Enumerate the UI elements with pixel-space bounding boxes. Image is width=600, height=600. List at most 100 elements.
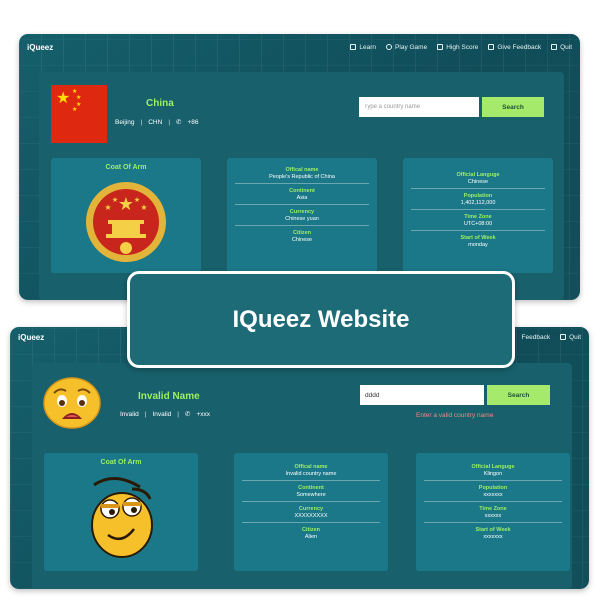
field-official-name: Offical name Invalid country name [242,460,380,481]
capital: Invalid [120,410,139,418]
field-language: Official Languge Klingon [424,460,562,481]
search-button[interactable]: Search [487,385,550,405]
coat-title: Coat Of Arm [100,459,142,466]
door-icon [551,44,558,50]
field-label: Official Languge [456,172,500,178]
field-value: Asia [296,195,308,201]
field-label: Continent [298,485,324,491]
field-label: Offical name [294,464,328,470]
field-value: Klingon [483,471,503,477]
coat-of-arm-card: Coat Of Arm ★ ★ ★ ★ ★ [51,158,201,273]
coat-of-arm-card: Coat Of Arm [44,453,198,571]
country-info: Beijing | CHN | ✆ +86 [115,118,199,127]
svg-text:★: ★ [104,203,111,212]
field-label: Citizen [292,230,312,236]
svg-text:★: ★ [118,194,134,215]
main-panel: ★ ★ ★ ★ ★ China Beijing | CHN | ✆ +86 Se… [39,72,564,300]
field-continent: Continent Somewhere [242,481,380,502]
separator: | [144,410,147,418]
nav-give-feedback-label: Give Feedback [497,43,542,51]
search-input[interactable] [360,385,484,405]
nav-play-game-label: Play Game [395,43,428,51]
nav-links: Learn Play Game High Score Give Feedback… [350,44,572,51]
field-official-name: Offical name People's Republic of China [235,163,369,184]
field-label: Official Languge [471,464,515,470]
field-currency: Currency XXXXXXXXX [242,502,380,523]
field-continent: Continent Asia [235,184,369,205]
field-population: Population 1,402,112,000 [411,189,545,210]
sad-emoji-icon [43,377,101,429]
field-label: Population [478,485,508,491]
field-value: People's Republic of China [269,174,335,180]
navbar: iQueez Learn Play Game High Score Give F… [19,34,580,60]
phone-code: +86 [187,118,199,126]
nav-play-game[interactable]: Play Game [386,44,427,51]
nav-learn[interactable]: Learn [350,44,376,51]
nav-quit[interactable]: Quit [560,334,581,341]
nav-quit-label: Quit [569,333,581,341]
search-input[interactable] [359,97,479,117]
nav-links: Feedback Quit [522,334,581,341]
gamepad-icon [386,44,393,50]
nav-high-score-label: High Score [446,43,479,51]
book-icon [350,44,357,50]
field-label: Start of Week [460,235,496,241]
field-label: Time Zone [464,214,492,220]
nav-learn-label: Learn [359,43,377,51]
country-name: Invalid Name [138,391,200,402]
nav-quit-label: Quit [560,43,572,51]
error-message: Enter a valid country name [416,412,494,419]
field-start-of-week: Start of Week monday [411,231,545,251]
nav-give-feedback[interactable]: Give Feedback [488,44,541,51]
field-value: xxxxxx [484,513,502,519]
coat-title: Coat Of Arm [105,164,147,171]
field-start-of-week: Start of Week xxxxxxx [424,523,562,543]
field-label: Citizen [301,527,321,533]
china-flag: ★ ★ ★ ★ ★ [51,85,107,143]
field-citizen: Citizen Alien [242,523,380,543]
door-icon [560,334,567,340]
nav-high-score[interactable]: High Score [437,44,478,51]
country-code: Invalid [152,410,172,418]
main-panel: Invalid Name Invalid | Invalid | ✆ +xxx … [32,363,572,589]
field-population: Population xxxxxxx [424,481,562,502]
flag-star-icon: ★ [72,107,78,113]
separator: | [140,118,143,126]
phone-icon: ✆ [176,119,182,126]
field-value: xxxxxxx [483,492,503,498]
search-button[interactable]: Search [482,97,544,117]
nav-quit[interactable]: Quit [551,44,572,51]
flag-big-star-icon: ★ [56,90,71,107]
svg-text:★: ★ [140,203,147,212]
field-label: Currency [289,209,315,215]
country-name: China [146,98,174,109]
country-stats-card: Official Languge Chinese Population 1,402,… [403,158,553,273]
field-label: Time Zone [479,506,507,512]
field-value: monday [468,242,488,248]
field-value: UTC+08:00 [463,221,493,227]
table-icon [437,44,444,50]
field-value: Somewhere [296,492,326,498]
field-value: xxxxxxx [483,534,503,540]
smug-emoji-icon [91,477,153,558]
phone-icon: ✆ [185,411,191,418]
flag-star-icon: ★ [76,95,82,101]
top-screenshot-window: iQueez Learn Play Game High Score Give F… [19,34,580,300]
field-label: Currency [298,506,324,512]
field-language: Official Languge Chinese [411,168,545,189]
separator: | [177,410,179,418]
field-value: 1,402,112,000 [460,200,496,206]
nav-give-feedback[interactable]: Feedback [522,334,551,341]
field-value: Invalid country name [285,471,337,477]
message-icon [488,44,495,50]
country-details-card: Offical name Invalid country name Contine… [234,453,388,571]
country-stats-card: Official Languge Klingon Population xxxxxx… [416,453,570,571]
field-value: XXXXXXXXX [294,513,328,519]
field-time-zone: Time Zone UTC+08:00 [411,210,545,231]
country-info: Invalid | Invalid | ✆ +xxx [120,410,210,419]
field-label: Population [463,193,493,199]
brand-logo[interactable]: iQueez [18,333,44,342]
field-value: Chinese [467,179,489,185]
capital: Beijing [115,118,135,126]
brand-logo[interactable]: iQueez [27,43,53,52]
